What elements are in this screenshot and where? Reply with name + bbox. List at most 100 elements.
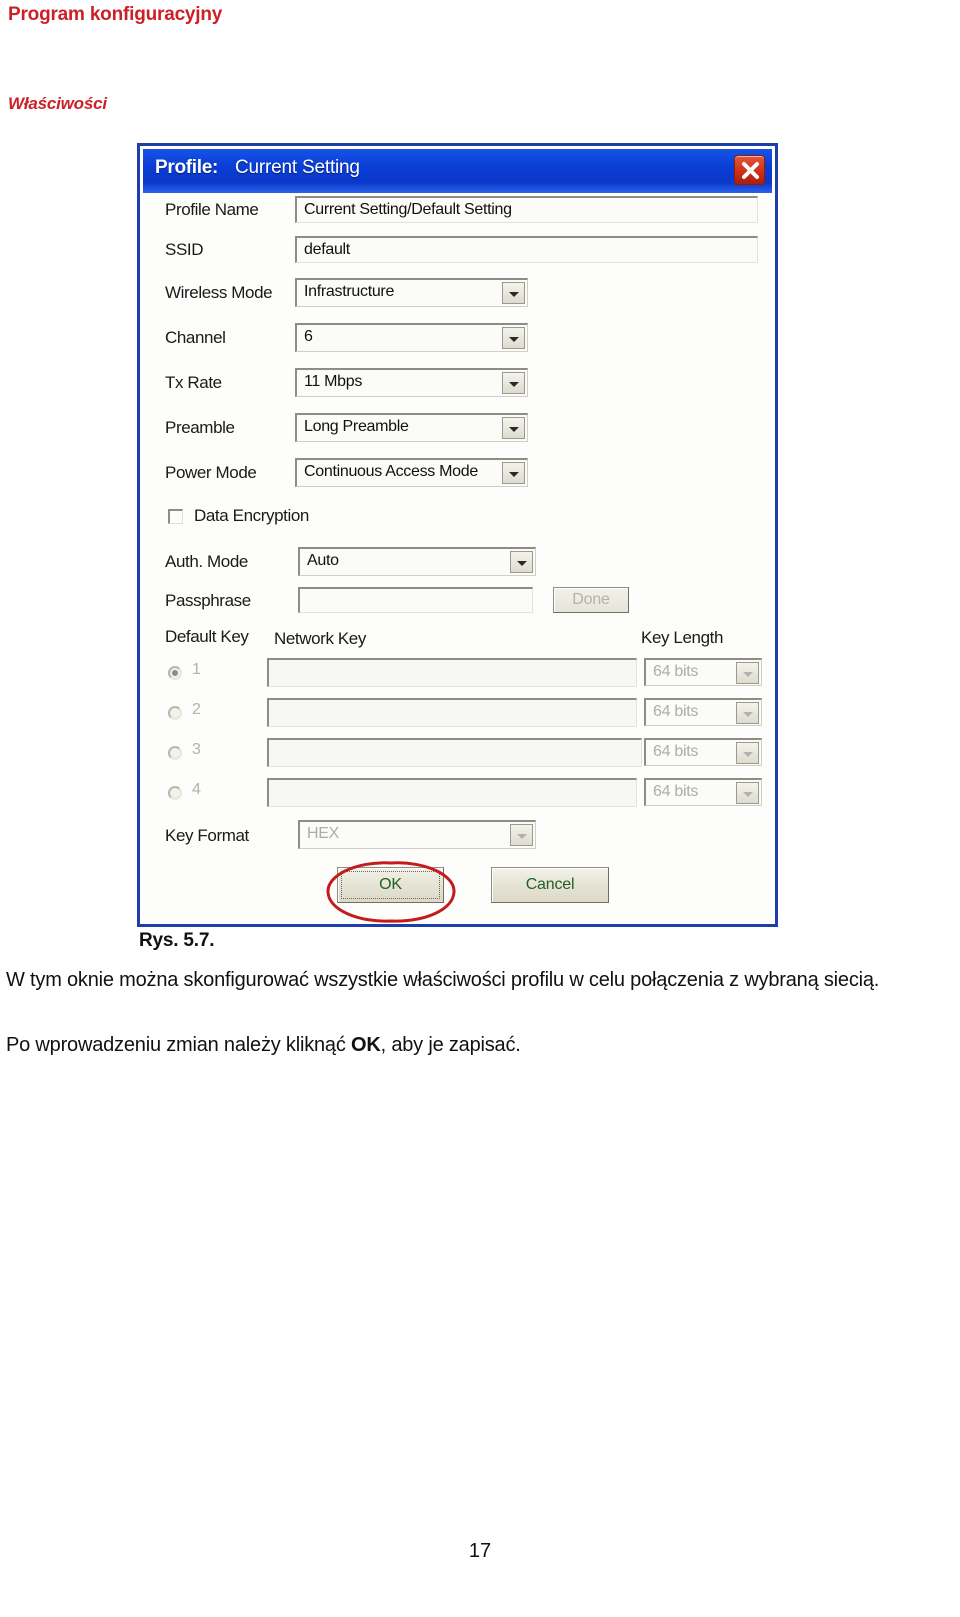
preamble-value: Long Preamble (304, 418, 409, 435)
row-preamble: Preamble Long Preamble (143, 411, 772, 451)
channel-value: 6 (304, 328, 313, 345)
default-key-radio-3[interactable] (168, 746, 182, 760)
section-title: Właściwości (8, 94, 107, 113)
table-row: 4 64 bits (143, 776, 772, 816)
tx-rate-value: 11 Mbps (304, 373, 363, 390)
default-key-index-1: 1 (192, 661, 201, 678)
paragraph-two-prefix: Po wprowadzeniu zmian należy kliknąć (6, 1034, 351, 1056)
network-key-input-3[interactable] (267, 738, 642, 767)
network-key-input-4[interactable] (267, 778, 637, 807)
tx-rate-label: Tx Rate (165, 373, 222, 392)
auth-mode-select[interactable]: Auto (298, 547, 536, 576)
network-key-input-1[interactable] (267, 658, 637, 687)
key-length-value-4: 64 bits (653, 783, 699, 800)
chevron-down-icon[interactable] (736, 782, 759, 804)
chevron-down-icon[interactable] (736, 662, 759, 684)
titlebar-label: Profile: (155, 157, 219, 178)
default-key-radio-4[interactable] (168, 786, 182, 800)
row-data-encryption: Data Encryption (143, 501, 772, 541)
key-length-value-3: 64 bits (653, 743, 699, 760)
channel-select[interactable]: 6 (295, 323, 528, 352)
dialog-titlebar: Profile: Current Setting (143, 149, 772, 193)
close-button[interactable] (734, 155, 765, 185)
chevron-down-icon[interactable] (502, 327, 525, 349)
auth-mode-value: Auto (307, 552, 339, 569)
cancel-button-label: Cancel (525, 876, 575, 893)
default-key-radio-2[interactable] (168, 706, 182, 720)
ok-button[interactable]: OK (337, 867, 444, 903)
wireless-mode-select[interactable]: Infrastructure (295, 278, 528, 307)
key-length-value-1: 64 bits (653, 663, 699, 680)
wireless-mode-label: Wireless Mode (165, 283, 273, 302)
row-profile-name: Profile Name Current Setting/Default Set… (143, 193, 772, 233)
window-frame: Profile: Current Setting Profile Name Cu… (137, 143, 778, 927)
ssid-label: SSID (165, 240, 204, 259)
network-key-input-2[interactable] (267, 698, 637, 727)
ok-button-label: OK (379, 876, 402, 893)
data-encryption-checkbox[interactable] (168, 509, 183, 524)
ssid-input[interactable]: default (295, 236, 758, 263)
profile-name-input[interactable]: Current Setting/Default Setting (295, 196, 758, 223)
passphrase-input[interactable] (298, 587, 533, 613)
document-header-title: Program konfiguracyjny (8, 4, 223, 25)
preamble-label: Preamble (165, 418, 235, 437)
figure-caption: Rys. 5.7. (139, 930, 215, 951)
table-row: 1 64 bits (143, 656, 772, 696)
done-button[interactable]: Done (553, 587, 629, 613)
default-key-radio-1[interactable] (168, 666, 182, 680)
preamble-select[interactable]: Long Preamble (295, 413, 528, 442)
row-ssid: SSID default (143, 233, 772, 273)
chevron-down-icon[interactable] (736, 742, 759, 764)
tx-rate-select[interactable]: 11 Mbps (295, 368, 528, 397)
chevron-down-icon[interactable] (502, 462, 525, 484)
paragraph-two-suffix: , aby je zapisać. (380, 1034, 521, 1056)
paragraph-two-emphasis: OK (351, 1034, 381, 1056)
default-key-index-3: 3 (192, 741, 201, 758)
key-length-header: Key Length (641, 628, 724, 647)
page-number: 17 (468, 1540, 492, 1562)
row-power-mode: Power Mode Continuous Access Mode (143, 456, 772, 496)
row-key-table-headers: Default Key Network Key Key Length (143, 621, 772, 661)
channel-label: Channel (165, 328, 226, 347)
row-tx-rate: Tx Rate 11 Mbps (143, 366, 772, 406)
cancel-button[interactable]: Cancel (491, 867, 609, 903)
profile-name-label: Profile Name (165, 200, 259, 219)
row-auth-mode: Auth. Mode Auto (143, 545, 772, 585)
wireless-mode-value: Infrastructure (304, 283, 395, 300)
key-length-value-2: 64 bits (653, 703, 699, 720)
power-mode-value: Continuous Access Mode (304, 463, 478, 480)
default-key-index-2: 2 (192, 701, 201, 718)
chevron-down-icon[interactable] (510, 824, 533, 846)
row-channel: Channel 6 (143, 321, 772, 361)
paragraph-two: Po wprowadzeniu zmian należy kliknąć OK,… (6, 1030, 956, 1060)
chevron-down-icon[interactable] (502, 282, 525, 304)
power-mode-select[interactable]: Continuous Access Mode (295, 458, 528, 487)
auth-mode-label: Auth. Mode (165, 552, 248, 571)
table-row: 3 64 bits (143, 736, 772, 776)
paragraph-one: W tym oknie można skonfigurować wszystki… (6, 969, 880, 991)
key-format-value: HEX (307, 825, 339, 842)
window-inner: Profile: Current Setting Profile Name Cu… (143, 149, 772, 923)
titlebar-profile-name: Current Setting (235, 157, 360, 178)
figure-profile-dialog: Profile: Current Setting Profile Name Cu… (137, 143, 778, 927)
chevron-down-icon[interactable] (736, 702, 759, 724)
chevron-down-icon[interactable] (502, 417, 525, 439)
default-key-index-4: 4 (192, 781, 201, 798)
dialog-body: Profile Name Current Setting/Default Set… (143, 193, 772, 923)
power-mode-label: Power Mode (165, 463, 257, 482)
default-key-header: Default Key (165, 627, 249, 646)
row-wireless-mode: Wireless Mode Infrastructure (143, 276, 772, 316)
key-length-select-1[interactable]: 64 bits (644, 658, 762, 686)
key-format-select[interactable]: HEX (298, 820, 536, 849)
key-length-select-3[interactable]: 64 bits (644, 738, 762, 766)
table-row: 2 64 bits (143, 696, 772, 736)
passphrase-label: Passphrase (165, 591, 251, 610)
row-key-format: Key Format HEX (143, 818, 772, 858)
chevron-down-icon[interactable] (510, 551, 533, 573)
chevron-down-icon[interactable] (502, 372, 525, 394)
key-length-select-2[interactable]: 64 bits (644, 698, 762, 726)
network-key-header: Network Key (274, 629, 366, 648)
key-length-select-4[interactable]: 64 bits (644, 778, 762, 806)
row-dialog-buttons: OK Cancel (143, 861, 772, 923)
data-encryption-label: Data Encryption (194, 506, 309, 525)
